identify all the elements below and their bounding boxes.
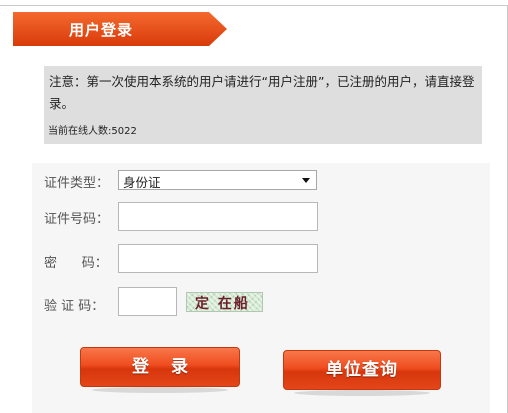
top-border: [0, 5, 508, 6]
id-number-label: 证件号码：: [44, 212, 110, 227]
title-ribbon: 用户登录: [13, 12, 227, 46]
id-type-select[interactable]: 身份证: [118, 170, 317, 190]
notice-text: 注意：第一次使用本系统的用户请进行“用户注册”，已注册的用户，请直接登录。: [49, 74, 475, 111]
online-label: 当前在线人数:: [48, 126, 112, 137]
captcha-text: 定 在船: [195, 296, 250, 312]
id-type-label: 证件类型：: [44, 176, 110, 191]
online-users: 当前在线人数:5022: [48, 122, 137, 137]
login-button[interactable]: 登录: [80, 347, 240, 387]
password-label: 密 码：: [44, 256, 108, 271]
id-type-value: 身份证: [123, 175, 161, 190]
id-number-input[interactable]: [118, 202, 318, 231]
captcha-label: 验 证 码：: [44, 299, 105, 314]
password-input[interactable]: [118, 244, 318, 273]
chevron-down-icon: [302, 178, 310, 183]
captcha-image[interactable]: 定 在船: [186, 292, 263, 312]
page-title: 用户登录: [69, 21, 134, 39]
query-button-shadow: [294, 390, 430, 396]
unit-query-button[interactable]: 单位查询: [283, 350, 441, 390]
notice-box: 注意：第一次使用本系统的用户请进行“用户注册”，已注册的用户，请直接登录。 当前…: [44, 66, 482, 144]
captcha-input[interactable]: [118, 287, 177, 316]
login-button-shadow: [92, 387, 228, 393]
online-count: 5022: [111, 126, 137, 137]
